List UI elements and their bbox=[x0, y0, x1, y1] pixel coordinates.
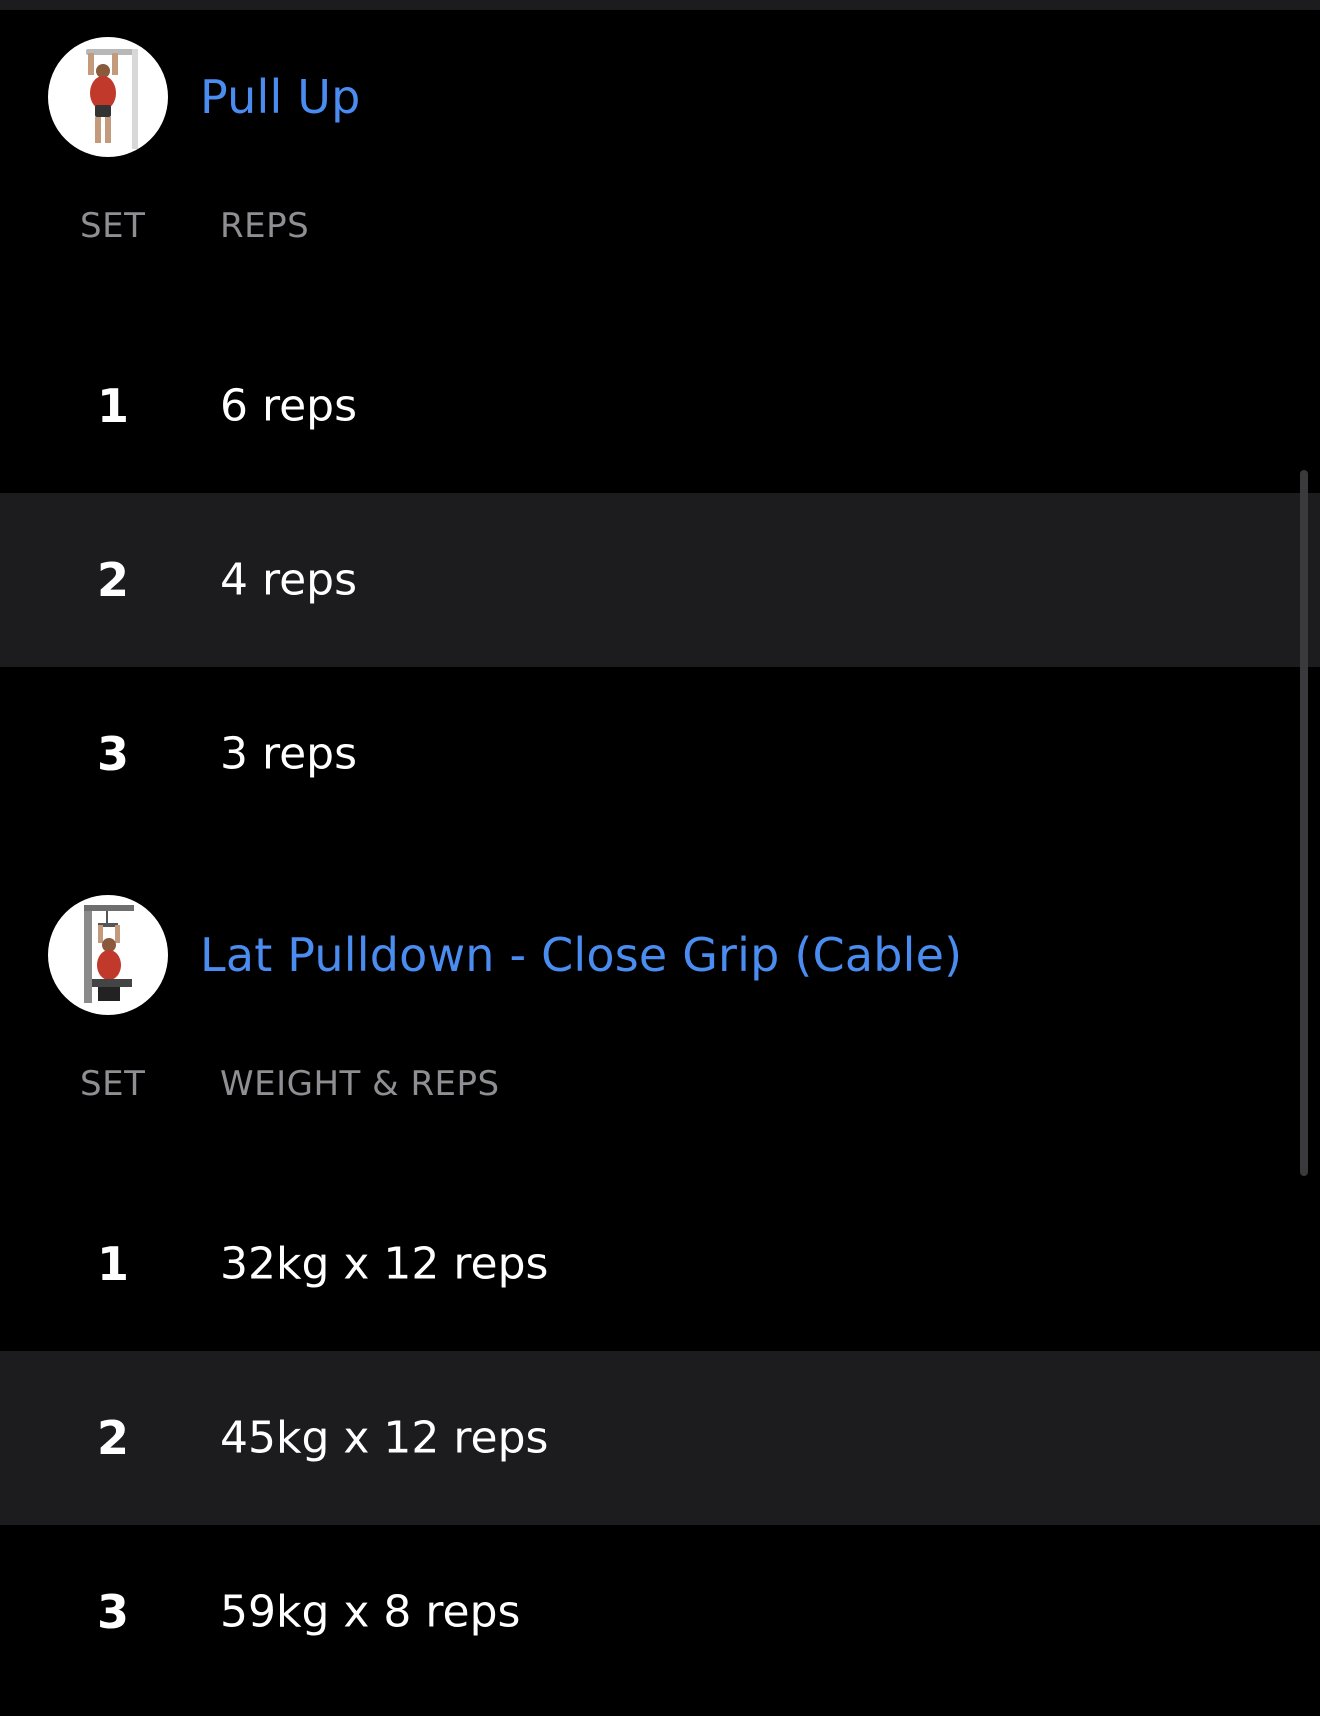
exercise-title[interactable]: Pull Up bbox=[200, 70, 361, 124]
set-value: 45kg x 12 reps bbox=[220, 1412, 549, 1464]
set-row[interactable]: 2 4 reps bbox=[0, 493, 1320, 667]
set-row[interactable]: 2 45kg x 12 reps bbox=[0, 1351, 1320, 1525]
set-number: 3 bbox=[96, 1585, 129, 1639]
weight-reps-column-header: WEIGHT & REPS bbox=[220, 1064, 500, 1104]
set-value: 4 reps bbox=[220, 554, 358, 606]
set-number: 3 bbox=[96, 727, 129, 781]
set-value: 3 reps bbox=[220, 728, 358, 780]
column-headers: SET REPS bbox=[0, 193, 1320, 259]
exercise-title[interactable]: Lat Pulldown - Close Grip (Cable) bbox=[200, 928, 962, 982]
sets-list: 1 6 reps 2 4 reps 3 3 reps bbox=[0, 319, 1320, 841]
scrollbar[interactable] bbox=[1300, 470, 1308, 1176]
set-number: 2 bbox=[96, 553, 129, 607]
set-value: 32kg x 12 reps bbox=[220, 1238, 549, 1290]
top-divider-bar bbox=[0, 0, 1320, 10]
set-number: 2 bbox=[96, 1411, 129, 1465]
set-row[interactable]: 1 32kg x 12 reps bbox=[0, 1177, 1320, 1351]
set-row[interactable]: 3 3 reps bbox=[0, 667, 1320, 841]
exercise-card-pull-up: Pull Up SET REPS 1 6 reps 2 4 reps 3 3 r… bbox=[0, 37, 1320, 841]
exercise-header[interactable]: Pull Up bbox=[0, 37, 1320, 157]
lat-pulldown-exercise-icon[interactable] bbox=[48, 895, 168, 1015]
column-headers: SET WEIGHT & REPS bbox=[0, 1051, 1320, 1117]
exercise-card-lat-pulldown: Lat Pulldown - Close Grip (Cable) SET WE… bbox=[0, 895, 1320, 1699]
set-value: 59kg x 8 reps bbox=[220, 1586, 521, 1638]
set-row[interactable]: 3 59kg x 8 reps bbox=[0, 1525, 1320, 1699]
sets-list: 1 32kg x 12 reps 2 45kg x 12 reps 3 59kg… bbox=[0, 1177, 1320, 1699]
set-value: 6 reps bbox=[220, 380, 358, 432]
set-number: 1 bbox=[96, 379, 129, 433]
set-column-header: SET bbox=[80, 206, 146, 246]
reps-column-header: REPS bbox=[220, 206, 310, 246]
set-number: 1 bbox=[96, 1237, 129, 1291]
set-column-header: SET bbox=[80, 1064, 146, 1104]
exercise-header[interactable]: Lat Pulldown - Close Grip (Cable) bbox=[0, 895, 1320, 1015]
pull-up-exercise-icon[interactable] bbox=[48, 37, 168, 157]
set-row[interactable]: 1 6 reps bbox=[0, 319, 1320, 493]
